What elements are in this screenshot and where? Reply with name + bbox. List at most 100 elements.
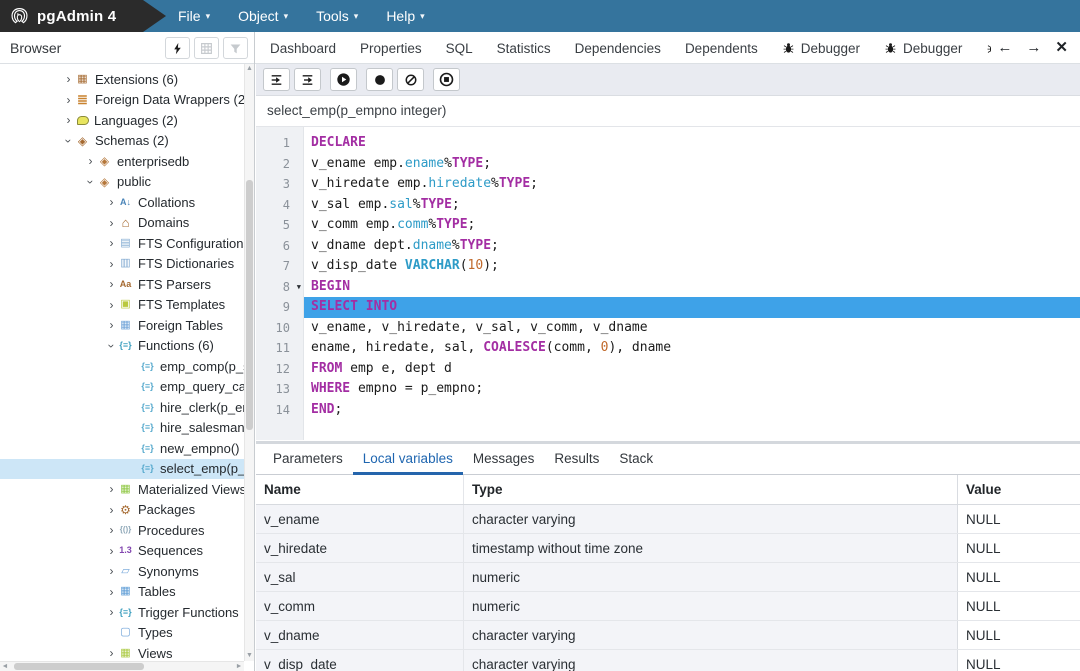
- tree-item-fts-configurations[interactable]: ›▤FTS Configurations: [0, 233, 244, 254]
- chevron-right-icon[interactable]: ›: [105, 585, 118, 599]
- chevron-down-icon[interactable]: ›: [105, 339, 119, 352]
- step-into-button[interactable]: [263, 68, 290, 91]
- tree-item-types[interactable]: ›▢Types: [0, 623, 244, 644]
- stop-button[interactable]: [433, 68, 460, 91]
- cell-value[interactable]: NULL: [958, 621, 1080, 649]
- chevron-right-icon[interactable]: ›: [105, 605, 118, 619]
- tree-item-trigger-functions[interactable]: ›{≡}Trigger Functions: [0, 602, 244, 623]
- tab-sql[interactable]: SQL: [434, 32, 485, 64]
- scroll-tabs-left-button[interactable]: ←: [997, 40, 1012, 55]
- tree-item-synonyms[interactable]: ›▱Synonyms: [0, 561, 244, 582]
- continue-button[interactable]: [330, 68, 357, 91]
- tree-item-sequences[interactable]: ›1.3Sequences: [0, 541, 244, 562]
- code-line-11[interactable]: ename, hiredate, sal, COALESCE(comm, 0),…: [256, 338, 1080, 359]
- menu-file[interactable]: File▾: [178, 8, 210, 24]
- tree-item-foreign-tables[interactable]: ›▦Foreign Tables: [0, 315, 244, 336]
- tree-item-materialized-views[interactable]: ›▦Materialized Views: [0, 479, 244, 500]
- code-line-10[interactable]: v_ename, v_hiredate, v_sal, v_comm, v_dn…: [256, 318, 1080, 339]
- code-line-5[interactable]: v_comm emp.comm%TYPE;: [256, 215, 1080, 236]
- tree-item-collations[interactable]: ›A↓Collations: [0, 192, 244, 213]
- tree-item-fts-dictionaries[interactable]: ›▥FTS Dictionaries: [0, 254, 244, 275]
- tab-debugger-7[interactable]: Debugger: [770, 32, 872, 64]
- line-number-11[interactable]: 11: [256, 338, 303, 359]
- scroll-tabs-right-button[interactable]: →: [1026, 40, 1041, 55]
- cell-value[interactable]: NULL: [958, 563, 1080, 591]
- tab-dashboard[interactable]: Dashboard: [258, 32, 348, 64]
- bottom-tab-stack[interactable]: Stack: [609, 444, 663, 475]
- code-line-3[interactable]: v_hiredate emp.hiredate%TYPE;: [256, 174, 1080, 195]
- line-number-13[interactable]: 13: [256, 379, 303, 400]
- chevron-right-icon[interactable]: ›: [105, 298, 118, 312]
- tree-horizontal-scrollbar[interactable]: ◄ ►: [0, 661, 244, 671]
- bottom-tab-messages[interactable]: Messages: [463, 444, 545, 475]
- code-line-9[interactable]: SELECT INTO: [256, 297, 1080, 318]
- chevron-down-icon[interactable]: ›: [84, 175, 98, 188]
- chevron-right-icon[interactable]: ›: [62, 93, 75, 107]
- chevron-right-icon[interactable]: ›: [105, 257, 118, 271]
- code-line-6[interactable]: v_dname dept.dname%TYPE;: [256, 236, 1080, 257]
- tree-item-hire-salesman[interactable]: ›{≡}hire_salesman(: [0, 418, 244, 439]
- scroll-left-icon[interactable]: ◄: [0, 662, 10, 671]
- line-number-3[interactable]: 3: [256, 174, 303, 195]
- menu-object[interactable]: Object▾: [238, 8, 288, 24]
- bottom-tab-parameters[interactable]: Parameters: [263, 444, 353, 475]
- code-line-7[interactable]: v_disp_date VARCHAR(10);: [256, 256, 1080, 277]
- line-number-12[interactable]: 12: [256, 359, 303, 380]
- line-number-1[interactable]: 1: [256, 133, 303, 154]
- fold-marker-icon[interactable]: ▼: [297, 277, 301, 298]
- line-number-6[interactable]: 6: [256, 236, 303, 257]
- line-number-9[interactable]: 9: [256, 297, 303, 318]
- chevron-right-icon[interactable]: ›: [105, 318, 118, 332]
- tree-item-procedures[interactable]: ›{()}Procedures: [0, 520, 244, 541]
- step-over-button[interactable]: [294, 68, 321, 91]
- code-line-4[interactable]: v_sal emp.sal%TYPE;: [256, 195, 1080, 216]
- scroll-right-icon[interactable]: ►: [234, 662, 244, 671]
- scroll-down-icon[interactable]: ▼: [245, 651, 254, 661]
- tree-item-select-emp-p-e[interactable]: ›{≡}select_emp(p_e: [0, 459, 244, 480]
- tree-item-extensions-6[interactable]: ›▦Extensions (6): [0, 69, 244, 90]
- line-number-8[interactable]: 8▼: [256, 277, 303, 298]
- line-number-4[interactable]: 4: [256, 195, 303, 216]
- menu-tools[interactable]: Tools▾: [316, 8, 358, 24]
- code-line-1[interactable]: DECLARE: [256, 133, 1080, 154]
- tree-item-tables[interactable]: ›▦Tables: [0, 582, 244, 603]
- tab-properties[interactable]: Properties: [348, 32, 434, 64]
- horizontal-scrollbar-thumb[interactable]: [14, 663, 144, 670]
- code-line-2[interactable]: v_ename emp.ename%TYPE;: [256, 154, 1080, 175]
- quick-search-button[interactable]: [165, 37, 190, 59]
- chevron-right-icon[interactable]: ›: [105, 646, 118, 660]
- line-number-14[interactable]: 14: [256, 400, 303, 421]
- tree-item-fts-parsers[interactable]: ›AaFTS Parsers: [0, 274, 244, 295]
- chevron-right-icon[interactable]: ›: [105, 523, 118, 537]
- chevron-right-icon[interactable]: ›: [105, 564, 118, 578]
- chevron-right-icon[interactable]: ›: [105, 482, 118, 496]
- line-number-5[interactable]: 5: [256, 215, 303, 236]
- tab-statistics[interactable]: Statistics: [485, 32, 563, 64]
- code-editor[interactable]: DECLAREv_ename emp.ename%TYPE;v_hiredate…: [256, 127, 1080, 440]
- tree-item-functions-6[interactable]: ›{≡}Functions (6): [0, 336, 244, 357]
- toggle-breakpoint-button[interactable]: [366, 68, 393, 91]
- chevron-right-icon[interactable]: ›: [105, 216, 118, 230]
- tree-vertical-scrollbar[interactable]: ▲ ▼: [244, 64, 254, 661]
- tree-item-emp-query-cal[interactable]: ›{≡}emp_query_cal: [0, 377, 244, 398]
- tab-dependencies[interactable]: Dependencies: [563, 32, 673, 64]
- tree-item-hire-clerk-p-en[interactable]: ›{≡}hire_clerk(p_en: [0, 397, 244, 418]
- tree-item-domains[interactable]: ›⌂Domains: [0, 213, 244, 234]
- cell-value[interactable]: NULL: [958, 592, 1080, 620]
- code-line-13[interactable]: WHERE empno = p_empno;: [256, 379, 1080, 400]
- line-number-7[interactable]: 7: [256, 256, 303, 277]
- chevron-right-icon[interactable]: ›: [84, 154, 97, 168]
- scroll-up-icon[interactable]: ▲: [245, 64, 254, 74]
- close-tab-button[interactable]: ✕: [1055, 40, 1068, 55]
- tree-item-new-empno[interactable]: ›{≡}new_empno(): [0, 438, 244, 459]
- cell-value[interactable]: NULL: [958, 505, 1080, 533]
- tree-item-foreign-data-wrappers-2[interactable]: ›≣Foreign Data Wrappers (2: [0, 90, 244, 111]
- chevron-right-icon[interactable]: ›: [105, 544, 118, 558]
- tab-debugger-8[interactable]: Debugger: [872, 32, 974, 64]
- tree-item-packages[interactable]: ›⚙Packages: [0, 500, 244, 521]
- tree-item-schemas-2[interactable]: ›◈Schemas (2): [0, 131, 244, 152]
- tree-item-emp-comp-p-s[interactable]: ›{≡}emp_comp(p_s: [0, 356, 244, 377]
- code-line-14[interactable]: END;: [256, 400, 1080, 421]
- line-number-10[interactable]: 10: [256, 318, 303, 339]
- chevron-right-icon[interactable]: ›: [105, 277, 118, 291]
